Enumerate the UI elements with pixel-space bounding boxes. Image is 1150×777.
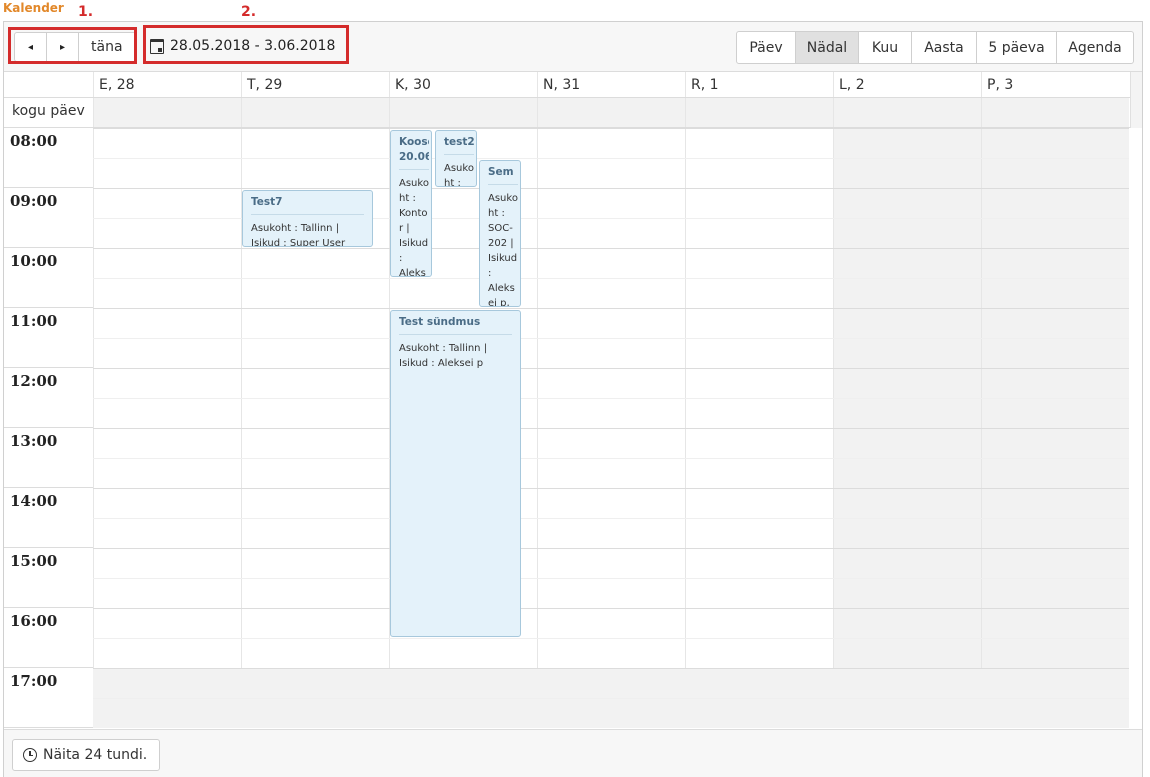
day-header[interactable]: N, 31 <box>537 72 685 97</box>
event-title: Koosolek 20.06 <box>399 135 429 170</box>
hour-gridline <box>93 308 1129 309</box>
half-hour-gridline <box>93 698 1129 699</box>
hour-gridline <box>93 668 1129 669</box>
allday-cell[interactable] <box>833 98 981 127</box>
allday-cell[interactable] <box>685 98 833 127</box>
time-label: 09:00 <box>4 188 93 248</box>
day-header-row: E, 28 T, 29 K, 30 N, 31 R, 1 L, 2 P, 3 <box>4 72 1142 98</box>
hour-gridline <box>93 188 1129 189</box>
time-label: 08:00 <box>4 128 93 188</box>
half-hour-gridline <box>93 458 1129 459</box>
event-title: Test7 <box>251 195 364 215</box>
event-details: Asukoht : Tallinn | Isikud : Super User <box>251 223 346 247</box>
event-card[interactable]: Test sündmus Asukoht : Tallinn | Isikud … <box>390 310 521 637</box>
time-label: 15:00 <box>4 548 93 608</box>
clock-icon <box>23 748 37 762</box>
day-header[interactable]: L, 2 <box>833 72 981 97</box>
allday-row: kogu päev <box>4 98 1142 128</box>
event-details: Asukoht : Tallinn | Isikud : Aleksei p <box>399 343 488 369</box>
event-card[interactable]: test2 Asukoht : <box>435 130 477 187</box>
view-week-button[interactable]: Nädal <box>796 32 859 63</box>
time-label: 13:00 <box>4 428 93 488</box>
day-header[interactable]: T, 29 <box>241 72 389 97</box>
hour-gridline <box>93 488 1129 489</box>
show-24h-label: Näita 24 tundi. <box>43 747 148 763</box>
time-label: 12:00 <box>4 368 93 428</box>
week-grid: E, 28 T, 29 K, 30 N, 31 R, 1 L, 2 P, 3 k… <box>4 72 1142 729</box>
day-header[interactable]: K, 30 <box>389 72 537 97</box>
footer: Näita 24 tundi. <box>4 729 1142 777</box>
allday-label: kogu päev <box>12 103 85 119</box>
allday-cell[interactable] <box>537 98 685 127</box>
allday-cell[interactable] <box>241 98 389 127</box>
day-header[interactable]: R, 1 <box>685 72 833 97</box>
event-title: Sem <box>488 165 518 185</box>
view-year-button[interactable]: Aasta <box>912 32 977 63</box>
allday-cell[interactable] <box>93 98 241 127</box>
hour-gridline <box>93 548 1129 549</box>
time-label: 10:00 <box>4 248 93 308</box>
half-hour-gridline <box>93 638 1129 639</box>
view-agenda-button[interactable]: Agenda <box>1057 32 1133 63</box>
event-title: Test sündmus <box>399 315 512 335</box>
app-title: Kalender <box>3 1 64 15</box>
event-details: Asukoht : <box>444 163 474 187</box>
annotation-box-1 <box>8 27 137 64</box>
annotation-number-2: 2. <box>241 4 257 20</box>
scrollbar-gutter <box>1130 72 1142 128</box>
scheduler: ◂ ▸ täna 28.05.2018 - 3.06.2018 Päev Näd… <box>3 21 1143 777</box>
day-header[interactable]: E, 28 <box>93 72 241 97</box>
day-header[interactable]: P, 3 <box>981 72 1129 97</box>
time-label: 11:00 <box>4 308 93 368</box>
time-grid: 08:00 09:00 10:00 11:00 12:00 13:00 14:0… <box>4 128 1142 729</box>
time-label: 17:00 <box>4 668 93 728</box>
hour-gridline <box>93 128 1129 129</box>
event-details: Asukoht : SOC-202 | Isikud : Aleksei p, … <box>488 193 518 307</box>
half-hour-gridline <box>93 158 1129 159</box>
view-switcher: Päev Nädal Kuu Aasta 5 päeva Agenda <box>736 31 1134 64</box>
hour-gridline <box>93 368 1129 369</box>
half-hour-gridline <box>93 338 1129 339</box>
time-label: 14:00 <box>4 488 93 548</box>
half-hour-gridline <box>93 518 1129 519</box>
event-card[interactable]: Sem Asukoht : SOC-202 | Isikud : Aleksei… <box>479 160 521 307</box>
annotation-number-1: 1. <box>78 4 94 20</box>
allday-cell[interactable] <box>389 98 537 127</box>
half-hour-gridline <box>93 398 1129 399</box>
time-label: 16:00 <box>4 608 93 668</box>
event-card[interactable]: Koosolek 20.06 Asukoht : Kontor | Isikud… <box>390 130 432 277</box>
annotation-box-2 <box>143 25 349 64</box>
allday-cell[interactable] <box>981 98 1129 127</box>
hour-gridline <box>93 248 1129 249</box>
half-hour-gridline <box>93 578 1129 579</box>
show-24h-button[interactable]: Näita 24 tundi. <box>12 739 161 771</box>
view-month-button[interactable]: Kuu <box>859 32 912 63</box>
event-details: Asukoht : Kontor | Isikud : Aleksei p, T… <box>399 178 429 277</box>
event-title: test2 <box>444 135 474 155</box>
view-day-button[interactable]: Päev <box>737 32 796 63</box>
hour-gridline <box>93 608 1129 609</box>
view-5days-button[interactable]: 5 päeva <box>977 32 1057 63</box>
hour-gridline <box>93 428 1129 429</box>
event-card[interactable]: Test7 Asukoht : Tallinn | Isikud : Super… <box>242 190 373 247</box>
half-hour-gridline <box>93 278 1129 279</box>
